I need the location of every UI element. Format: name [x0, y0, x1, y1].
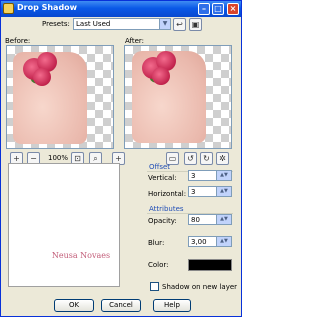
- color-swatch[interactable]: [188, 259, 232, 271]
- load-preset-icon[interactable]: ↩: [173, 18, 186, 31]
- spinner-arrows-icon[interactable]: ▲▼: [216, 187, 231, 196]
- spinner-arrows-icon[interactable]: ▲▼: [216, 171, 231, 180]
- title-bar[interactable]: Drop Shadow – □ ×: [1, 1, 241, 17]
- horizontal-value: 3: [191, 188, 196, 196]
- save-preset-icon[interactable]: ▣: [189, 18, 202, 31]
- close-button[interactable]: ×: [227, 3, 239, 15]
- before-label: Before:: [5, 37, 31, 45]
- horizontal-label: Horizontal:: [148, 190, 187, 198]
- blur-spinner[interactable]: 3,00 ▲▼: [188, 236, 232, 247]
- minimize-button[interactable]: –: [198, 3, 210, 15]
- watermark-text: Neusa Novaes: [51, 251, 111, 260]
- opacity-label: Opacity:: [148, 217, 177, 225]
- after-label: After:: [125, 37, 145, 45]
- presets-value: Last Used: [76, 20, 111, 28]
- presets-label: Presets:: [42, 20, 70, 28]
- redo-icon[interactable]: ↻: [200, 152, 213, 165]
- blur-value: 3,00: [191, 238, 207, 246]
- shadow-new-layer-checkbox[interactable]: [150, 282, 159, 291]
- chevron-down-icon[interactable]: ▼: [159, 19, 170, 29]
- offset-group-label: Offset: [149, 163, 171, 171]
- horizontal-spinner[interactable]: 3 ▲▼: [188, 186, 232, 197]
- window-title: Drop Shadow: [17, 3, 78, 12]
- randomize-icon[interactable]: ✲: [216, 152, 229, 165]
- before-preview[interactable]: [6, 45, 114, 149]
- spinner-arrows-icon[interactable]: ▲▼: [216, 215, 231, 224]
- after-preview[interactable]: [124, 45, 232, 149]
- watermark-preview: [8, 163, 120, 287]
- color-label: Color:: [148, 261, 169, 269]
- attributes-group-label: Attributes: [149, 205, 184, 213]
- opacity-spinner[interactable]: 80 ▲▼: [188, 214, 232, 225]
- opacity-value: 80: [191, 216, 200, 224]
- blur-label: Blur:: [148, 239, 165, 247]
- vertical-label: Vertical:: [148, 174, 177, 182]
- cancel-button[interactable]: Cancel: [101, 299, 141, 312]
- app-icon: [3, 3, 14, 14]
- zoom-level: 100%: [48, 154, 69, 162]
- maximize-button[interactable]: □: [212, 3, 224, 15]
- spinner-arrows-icon[interactable]: ▲▼: [216, 237, 231, 246]
- undo-icon[interactable]: ↺: [184, 152, 197, 165]
- drop-shadow-dialog: Drop Shadow – □ × Presets: Last Used ▼ ↩…: [0, 0, 242, 317]
- ok-button[interactable]: OK: [54, 299, 94, 312]
- vertical-spinner[interactable]: 3 ▲▼: [188, 170, 232, 181]
- help-button[interactable]: Help: [153, 299, 191, 312]
- shadow-new-layer-label: Shadow on new layer: [162, 283, 238, 291]
- presets-select[interactable]: Last Used ▼: [73, 18, 171, 30]
- rose-graphic: [152, 67, 170, 85]
- rose-graphic: [33, 68, 51, 86]
- vertical-value: 3: [191, 172, 196, 180]
